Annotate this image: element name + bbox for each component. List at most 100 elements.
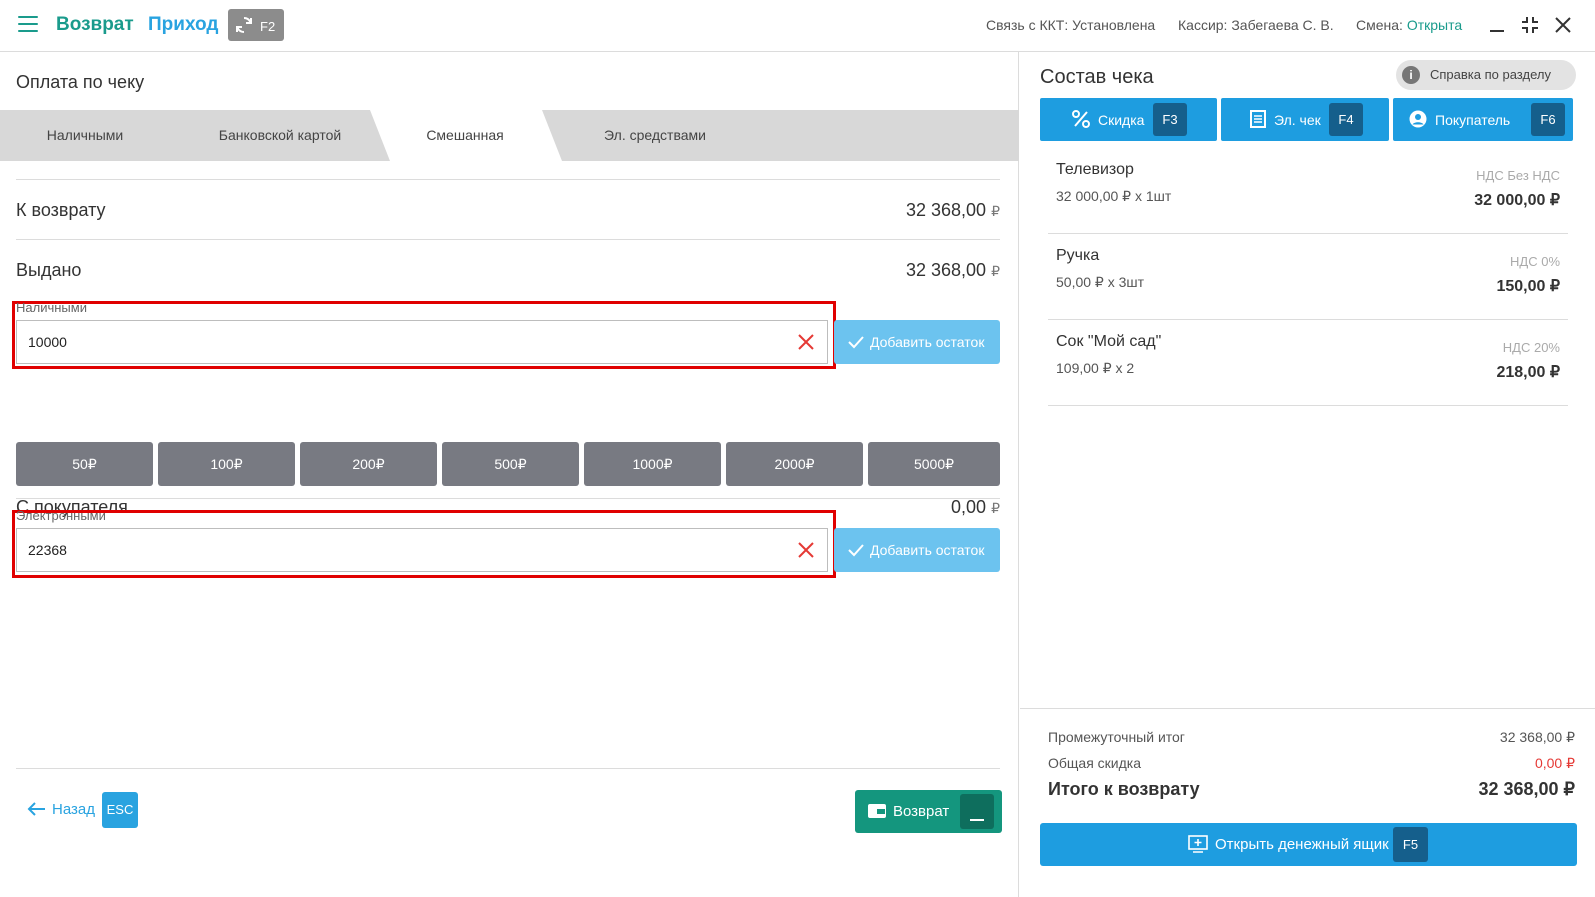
- item-vat: НДС Без НДС: [1476, 168, 1560, 183]
- receipt-panel: Состав чека i Справка по разделу Скидка …: [1020, 52, 1595, 897]
- to-return-value: 32 368,00 ₽: [906, 200, 1000, 221]
- subtotal-label: Промежуточный итог: [1048, 729, 1185, 745]
- shift-status: Смена: Открыта: [1356, 17, 1462, 33]
- divider: [16, 768, 1000, 769]
- issued-row: Выдано 32 368,00 ₽: [16, 239, 1000, 299]
- sync-button[interactable]: F2: [228, 9, 284, 41]
- arrow-left-icon: [27, 802, 45, 816]
- discount-total-label: Общая скидка: [1048, 755, 1142, 771]
- electronic-input-value: 22368: [28, 542, 67, 558]
- to-return-row: К возврату 32 368,00 ₽: [16, 179, 1000, 239]
- receipt-icon: [1250, 110, 1266, 128]
- subtotal-value: 32 368,00 ₽: [1499, 729, 1575, 745]
- e-receipt-button[interactable]: Эл. чек F4: [1221, 98, 1389, 141]
- item-vat: НДС 20%: [1502, 340, 1560, 355]
- clear-icon[interactable]: [797, 333, 815, 351]
- bill-100-button[interactable]: 100₽: [158, 442, 295, 486]
- receipt-title: Состав чека: [1040, 66, 1154, 88]
- payment-title: Оплата по чеку: [16, 72, 145, 92]
- percent-icon: [1072, 110, 1090, 128]
- wallet-icon: [868, 804, 886, 818]
- item-sum: 32 000,00 ₽: [1474, 192, 1560, 209]
- customer-button[interactable]: Покупатель F6: [1393, 98, 1573, 141]
- minimize-icon[interactable]: [1486, 14, 1508, 36]
- discount-key: F3: [1153, 103, 1187, 136]
- kkt-status: Связь с ККТ: Установлена: [986, 17, 1156, 33]
- electronic-input[interactable]: 22368: [16, 528, 828, 572]
- bill-500-button[interactable]: 500₽: [442, 442, 579, 486]
- currency-sign: ₽: [991, 500, 1000, 516]
- add-rest-label: Добавить остаток: [870, 542, 985, 558]
- currency-sign: ₽: [991, 263, 1000, 279]
- collapse-icon[interactable]: [1519, 14, 1541, 36]
- mode-return-tab[interactable]: Возврат: [56, 14, 134, 36]
- cash-input[interactable]: 10000: [16, 320, 828, 364]
- item-qty: 32 000,00 ₽ x 1шт: [1056, 188, 1172, 204]
- cash-drawer-icon: [1188, 835, 1208, 853]
- add-rest-cash-button[interactable]: Добавить остаток: [834, 320, 1000, 364]
- add-rest-label: Добавить остаток: [870, 334, 985, 350]
- to-return-amount: 32 368,00: [905, 200, 987, 220]
- sync-key: F2: [260, 19, 276, 34]
- currency-sign: ₽: [991, 203, 1000, 219]
- discount-button[interactable]: Скидка F3: [1040, 98, 1217, 141]
- cash-input-value: 10000: [28, 334, 67, 350]
- return-key: [960, 794, 994, 829]
- info-icon: i: [1402, 66, 1420, 84]
- user-icon: [1409, 110, 1427, 128]
- issued-value: 32 368,00 ₽: [906, 260, 1000, 281]
- to-return-label: К возврату: [16, 200, 106, 220]
- top-bar: Возврат Приход F2 Связь с ККТ: Установле…: [0, 0, 1595, 52]
- return-label: Возврат: [893, 803, 950, 820]
- mode-income-tab[interactable]: Приход: [148, 14, 218, 36]
- from-buyer-value: 0,00 ₽: [951, 497, 1000, 518]
- tab-card[interactable]: Банковской картой: [200, 110, 360, 161]
- bill-2000-button[interactable]: 2000₽: [726, 442, 863, 486]
- item-name: Сок "Мой сад": [1056, 333, 1162, 350]
- item-vat: НДС 0%: [1510, 254, 1560, 269]
- discount-total-value: 0,00 ₽: [1534, 755, 1575, 771]
- cashier-name: Кассир: Забегаева С. В.: [1178, 17, 1334, 33]
- clear-icon[interactable]: [797, 541, 815, 559]
- issued-label: Выдано: [16, 260, 82, 280]
- payment-tabs: Наличными Банковской картой Смешанная Эл…: [0, 110, 1019, 161]
- item-sum: 150,00 ₽: [1496, 278, 1560, 295]
- shift-label: Смена:: [1356, 17, 1403, 33]
- item-sum: 218,00 ₽: [1496, 364, 1560, 381]
- e-receipt-key: F4: [1329, 103, 1363, 136]
- receipt-item[interactable]: Сок "Мой сад" 109,00 ₽ x 2 НДС 20% 218,0…: [1048, 320, 1568, 406]
- open-cash-drawer-button[interactable]: Открыть денежный ящик F5: [1040, 823, 1577, 866]
- tab-cash[interactable]: Наличными: [20, 110, 150, 161]
- bill-5000-button[interactable]: 5000₽: [868, 442, 1000, 486]
- sync-icon: [236, 17, 252, 33]
- help-label: Справка по разделу: [1430, 67, 1551, 82]
- help-button[interactable]: i Справка по разделу: [1396, 60, 1576, 90]
- grand-total-value: 32 368,00 ₽: [1478, 779, 1575, 799]
- payment-panel: Оплата по чеку Наличными Банковской карт…: [0, 52, 1019, 897]
- issued-amount: 32 368,00: [905, 260, 987, 280]
- bill-1000-button[interactable]: 1000₽: [584, 442, 721, 486]
- item-qty: 50,00 ₽ x 3шт: [1056, 274, 1145, 290]
- back-key: ESC: [102, 792, 138, 828]
- item-name: Телевизор: [1056, 161, 1134, 178]
- bill-200-button[interactable]: 200₽: [300, 442, 437, 486]
- drawer-key: F5: [1393, 827, 1428, 862]
- cash-field-label: Наличными: [16, 300, 87, 315]
- close-icon[interactable]: [1552, 14, 1574, 36]
- check-icon: [848, 336, 864, 349]
- receipt-item[interactable]: Ручка 50,00 ₽ x 3шт НДС 0% 150,00 ₽: [1048, 234, 1568, 320]
- bill-50-button[interactable]: 50₽: [16, 442, 153, 486]
- customer-label: Покупатель: [1435, 112, 1511, 128]
- return-button[interactable]: Возврат: [855, 790, 1002, 833]
- receipt-item[interactable]: Телевизор 32 000,00 ₽ x 1шт НДС Без НДС …: [1048, 148, 1568, 234]
- shift-value: Открыта: [1406, 17, 1463, 33]
- add-rest-electronic-button[interactable]: Добавить остаток: [834, 528, 1000, 572]
- divider: [16, 498, 1000, 499]
- e-receipt-label: Эл. чек: [1274, 112, 1321, 128]
- tab-mixed[interactable]: Смешанная: [390, 110, 540, 161]
- grand-total-label: Итого к возврату: [1048, 779, 1200, 799]
- hamburger-menu-icon[interactable]: [18, 16, 38, 32]
- tab-electronic[interactable]: Эл. средствами: [580, 110, 730, 161]
- totals: Промежуточный итог 32 368,00 ₽ Общая ски…: [1020, 708, 1595, 799]
- back-label: Назад: [52, 801, 95, 818]
